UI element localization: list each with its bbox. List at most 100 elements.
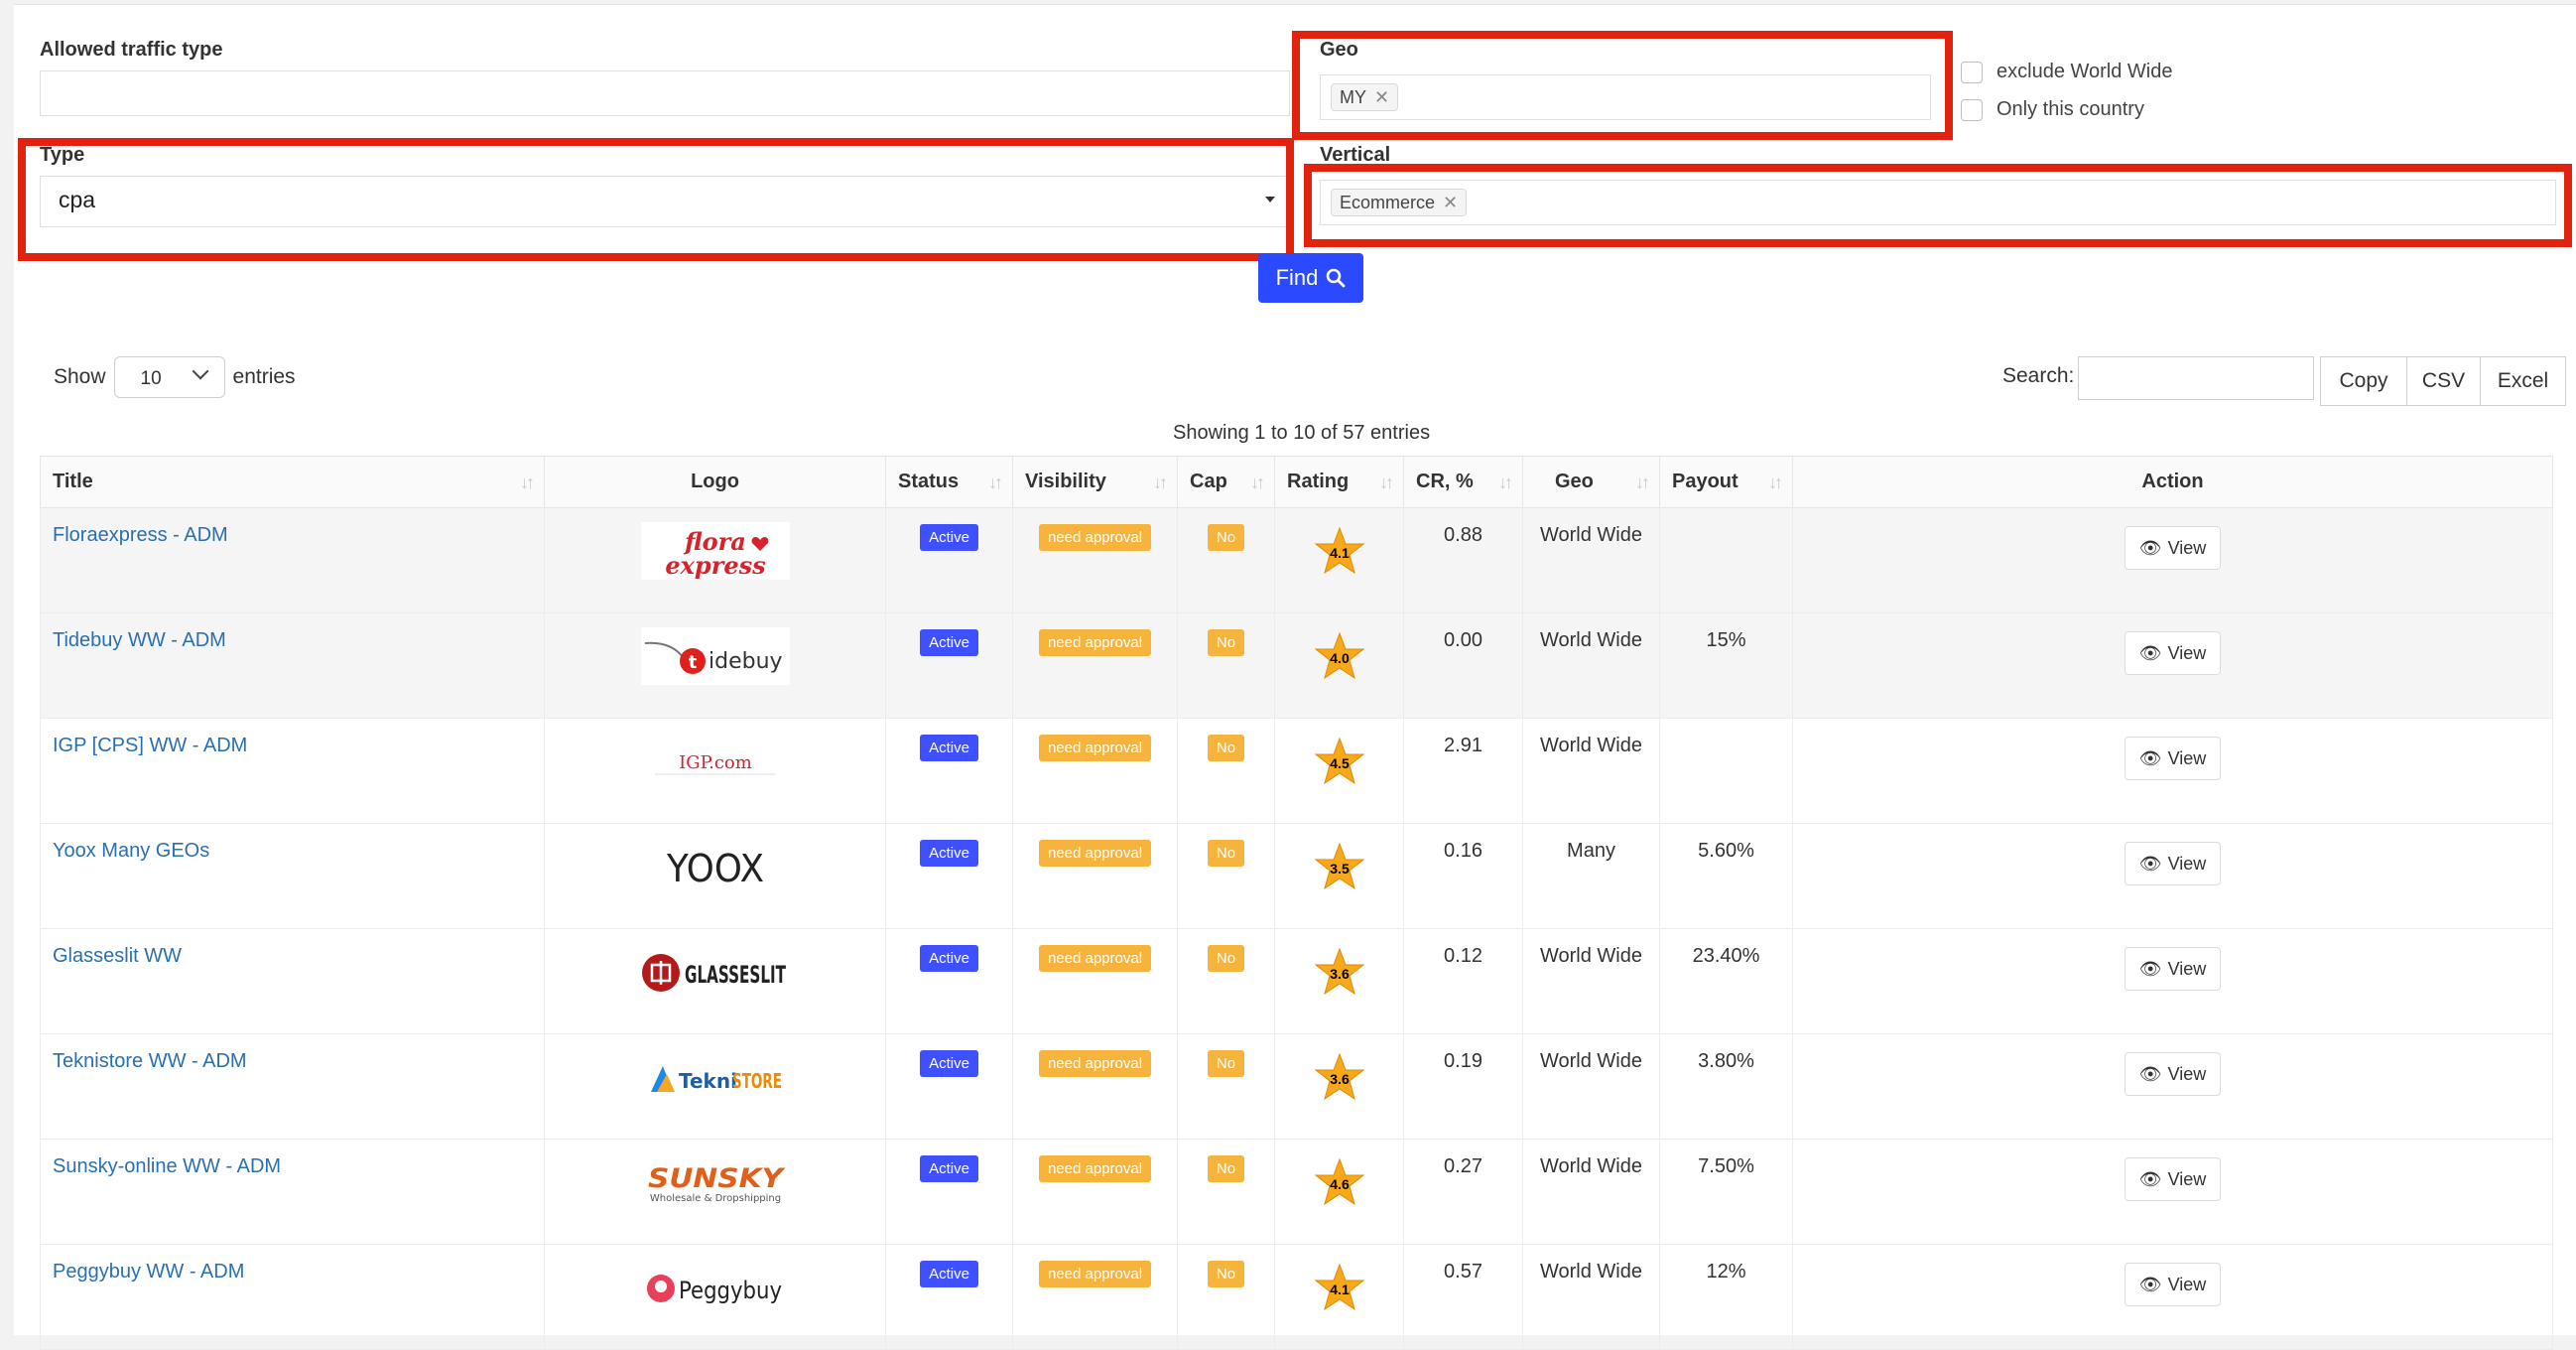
csv-button[interactable]: CSV [2407, 356, 2481, 406]
table-info: Showing 1 to 10 of 57 entries [1173, 422, 1431, 444]
only-country-checkbox[interactable] [1961, 98, 1983, 121]
col-cap-label: Cap [1190, 471, 1227, 492]
status-badge: Active [920, 524, 978, 551]
eye-icon: 👁 [2138, 1168, 2162, 1189]
offer-logo: GLASSESLIT [640, 943, 790, 1001]
view-button[interactable]: 👁 View [2124, 1157, 2222, 1201]
offer-title-link[interactable]: Teknistore WW - ADM [53, 1050, 247, 1072]
view-button-label: View [2167, 853, 2207, 874]
rating-star: 3.5 [1314, 842, 1364, 890]
offer-title-link[interactable]: Sunsky-online WW - ADM [53, 1155, 281, 1177]
view-button[interactable]: 👁 View [2124, 631, 2222, 675]
view-button-label: View [2167, 642, 2207, 663]
exclude-ww-checkbox[interactable] [1961, 61, 1983, 83]
col-payout[interactable]: Payout ↓↑ [1659, 456, 1793, 508]
exclude-ww-label: exclude World Wide [1996, 61, 2173, 82]
export-buttons: Copy CSV Excel [2320, 356, 2566, 406]
sort-icon[interactable]: ↓↑ [520, 472, 535, 493]
sort-icon[interactable]: ↓↑ [1498, 472, 1513, 493]
rating-star: 4.6 [1314, 1157, 1364, 1206]
eye-icon: 👁 [2138, 1274, 2162, 1294]
highlight-type [18, 138, 1294, 261]
highlight-geo [1292, 31, 1953, 140]
payout-value: 5.60% [1698, 840, 1754, 862]
rating-value: 4.5 [1330, 755, 1350, 771]
col-geo-label: Geo [1555, 471, 1594, 492]
eye-icon: 👁 [2138, 958, 2162, 979]
visibility-badge: need approval [1038, 945, 1152, 972]
offer-title-link[interactable]: IGP [CPS] WW - ADM [53, 735, 247, 756]
offer-logo: t idebuy [640, 627, 790, 685]
sort-icon[interactable]: ↓↑ [988, 472, 1003, 493]
payout-value: 23.40% [1692, 945, 1760, 967]
payout-value: 3.80% [1698, 1050, 1754, 1072]
cr-value: 0.16 [1444, 840, 1482, 862]
search-input[interactable] [2078, 356, 2314, 400]
geo-value: Many [1567, 840, 1615, 862]
eye-icon: 👁 [2138, 1063, 2162, 1084]
only-country-option[interactable]: Only this country [1961, 98, 2144, 121]
view-button[interactable]: 👁 View [2124, 947, 2222, 991]
rating-value: 3.6 [1330, 966, 1350, 982]
visibility-badge: need approval [1038, 1261, 1152, 1287]
offer-title-link[interactable]: Yoox Many GEOs [53, 840, 209, 862]
rating-value: 4.1 [1330, 545, 1350, 561]
col-cr-label: CR, % [1416, 471, 1474, 492]
col-status-label: Status [898, 471, 960, 492]
status-badge: Active [920, 1261, 978, 1287]
show-label: Show [54, 365, 106, 388]
offer-title-link[interactable]: Tidebuy WW - ADM [53, 629, 226, 651]
offer-title-link[interactable]: Peggybuy WW - ADM [53, 1261, 244, 1282]
rating-star: 3.6 [1314, 1052, 1364, 1101]
view-button[interactable]: 👁 View [2124, 737, 2222, 780]
svg-text:GLASSESLIT: GLASSESLIT [685, 961, 786, 989]
col-geo[interactable]: Geo ↓↑ [1522, 456, 1660, 508]
sort-icon[interactable]: ↓↑ [1250, 472, 1265, 493]
col-cap[interactable]: Cap ↓↑ [1177, 456, 1275, 508]
view-button[interactable]: 👁 View [2124, 1052, 2222, 1096]
col-status[interactable]: Status ↓↑ [885, 456, 1013, 508]
svg-text:STORE: STORE [732, 1069, 782, 1093]
col-visibility[interactable]: Visibility ↓↑ [1012, 456, 1178, 508]
sort-icon[interactable]: ↓↑ [1379, 472, 1394, 493]
view-button[interactable]: 👁 View [2124, 842, 2222, 885]
svg-text:Peggybuy: Peggybuy [679, 1277, 782, 1304]
view-button-label: View [2167, 747, 2207, 768]
exclude-ww-option[interactable]: exclude World Wide [1961, 61, 2172, 83]
status-badge: Active [920, 629, 978, 656]
find-button[interactable]: Find [1258, 253, 1363, 303]
view-button[interactable]: 👁 View [2124, 526, 2222, 570]
page-length-select[interactable]: 10 [113, 356, 225, 398]
excel-button[interactable]: Excel [2481, 356, 2566, 406]
find-button-label: Find [1275, 265, 1319, 290]
rating-value: 3.6 [1330, 1071, 1350, 1087]
table-row: IGP [CPS] WW - ADM IGP.com Active need a… [40, 718, 2553, 824]
table-row: Yoox Many GEOs YOOX Active need approval… [40, 823, 2553, 929]
col-visibility-label: Visibility [1025, 471, 1106, 492]
rating-star: 4.0 [1314, 631, 1364, 680]
copy-button[interactable]: Copy [2320, 356, 2407, 406]
cr-value: 0.27 [1444, 1155, 1482, 1177]
offer-title-link[interactable]: Floraexpress - ADM [53, 524, 228, 546]
cr-value: 0.12 [1444, 945, 1482, 967]
svg-text:t: t [688, 652, 697, 673]
rating-value: 4.1 [1330, 1282, 1350, 1297]
cap-badge: No [1207, 1155, 1245, 1182]
sort-icon[interactable]: ↓↑ [1768, 472, 1783, 493]
table-row: Tidebuy WW - ADM t idebuy Active need app… [40, 612, 2553, 719]
geo-value: World Wide [1540, 735, 1642, 756]
only-country-label: Only this country [1996, 98, 2144, 120]
col-rating[interactable]: Rating ↓↑ [1274, 456, 1404, 508]
cap-badge: No [1207, 1050, 1245, 1077]
status-badge: Active [920, 840, 978, 867]
view-button[interactable]: 👁 View [2124, 1263, 2222, 1306]
col-cr[interactable]: CR, % ↓↑ [1403, 456, 1523, 508]
payout-value: 15% [1706, 629, 1746, 651]
sort-icon[interactable]: ↓↑ [1153, 472, 1168, 493]
col-title[interactable]: Title ↓↑ [40, 456, 545, 508]
eye-icon: 👁 [2138, 537, 2162, 558]
sort-icon[interactable]: ↓↑ [1635, 472, 1650, 493]
geo-value: World Wide [1540, 1050, 1642, 1072]
allowed-traffic-input[interactable] [40, 70, 1290, 116]
offer-title-link[interactable]: Glasseslit WW [53, 945, 182, 967]
